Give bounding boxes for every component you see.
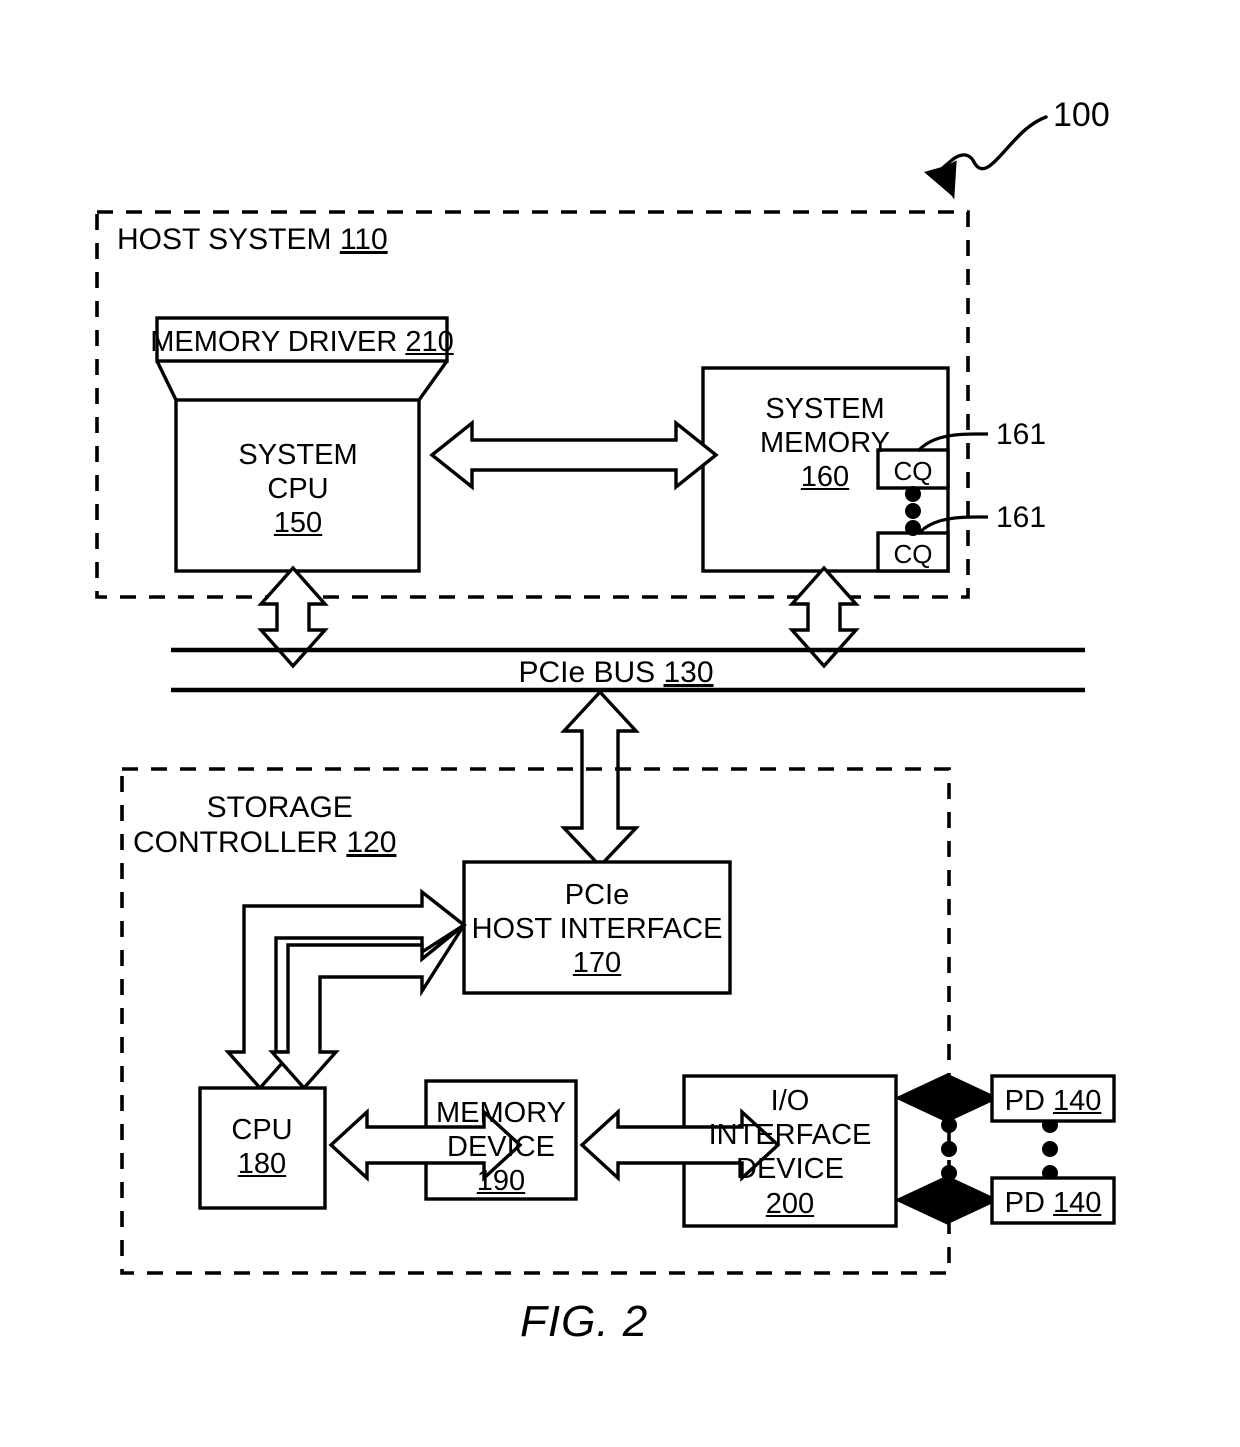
system-memory-ref: 160 (800, 461, 850, 494)
queue-ellipsis (905, 486, 921, 536)
memory-driver-funnel-left (155, 360, 178, 401)
pcie-bus-label: PCIe BUS 130 (518, 655, 713, 690)
system-cpu-line1: SYSTEM (238, 439, 358, 471)
controller-cpu-label: CPU 180 (231, 1113, 292, 1181)
system-ref-label: 100 (1053, 96, 1110, 134)
physical-device-label-1: PD 140 (1005, 1084, 1102, 1118)
host-system-ref: 110 (339, 223, 388, 256)
io-interface-device-line1: I/O (770, 1085, 810, 1117)
storage-controller-line2-wrap: CONTROLLER 120 (133, 825, 396, 860)
pcie-bus-ref: 130 (663, 656, 714, 689)
pcie-bus-label-text: PCIe BUS (518, 656, 656, 689)
completion-queue-ref-2: 161 (996, 501, 1047, 534)
memory-device-ref: 190 (476, 1165, 526, 1198)
memory-device-line1: MEMORY (436, 1097, 566, 1129)
controller-cpu-ref: 180 (237, 1148, 287, 1181)
pd-ellipsis (1042, 1117, 1058, 1181)
host-system-label: HOST SYSTEM 110 (117, 222, 388, 257)
bus-host-interface-bidirectional-arrow (560, 689, 640, 869)
host-system-label-text: HOST SYSTEM (117, 223, 332, 256)
controller-cpu-line1: CPU (231, 1114, 293, 1146)
pcie-host-interface-line2: HOST INTERFACE (471, 913, 723, 946)
physical-device-label-1-text: PD (1004, 1085, 1045, 1117)
io-interface-device-line3: DEVICE (736, 1153, 844, 1186)
cpu-host-interface-arrow-2 (268, 923, 466, 1091)
cpu-host-interface-arrow-1 (224, 888, 467, 1091)
memory-driver-funnel-right (417, 360, 449, 401)
figure-caption: FIG. 2 (520, 1297, 649, 1346)
physical-device-label-2: PD 140 (1005, 1186, 1102, 1220)
memory-driver-ref: 210 (405, 326, 454, 358)
storage-controller-ref: 120 (346, 826, 397, 860)
memory-driver-label: MEMORY DRIVER 210 (150, 325, 454, 359)
pcie-host-interface-line1: PCIe (564, 879, 630, 911)
memory-device-line2: DEVICE (447, 1131, 555, 1164)
system-memory-line2: MEMORY (760, 427, 890, 460)
pcie-host-interface-ref: 170 (572, 947, 622, 980)
system-cpu-line2: CPU (267, 473, 329, 506)
completion-queue-label-2: CQ (893, 539, 933, 569)
memory-driver-label-text: MEMORY DRIVER (150, 326, 398, 358)
io-interface-device-line2: INTERFACE (708, 1119, 872, 1152)
physical-device-ref-1: 140 (1052, 1085, 1102, 1117)
memory-device-label: MEMORY DEVICE 190 (436, 1096, 566, 1199)
pcie-host-interface-label: PCIe HOST INTERFACE 170 (472, 878, 723, 981)
storage-controller-label: STORAGE CONTROLLER 120 (133, 790, 396, 861)
system-cpu-ref: 150 (273, 507, 323, 540)
physical-device-label-2-text: PD (1004, 1187, 1045, 1219)
completion-queue-ref-1: 161 (996, 418, 1047, 451)
system-cpu-label: SYSTEM CPU 150 (238, 438, 357, 541)
storage-controller-line1: STORAGE (206, 791, 353, 824)
physical-device-ref-2: 140 (1052, 1187, 1102, 1219)
pd-connector-ellipsis (941, 1117, 957, 1181)
system-memory-line1: SYSTEM (765, 393, 885, 425)
io-interface-device-label: I/O INTERFACE DEVICE 200 (709, 1084, 872, 1221)
completion-queue-label-1: CQ (893, 456, 933, 486)
figure-canvas (95, 115, 1116, 1275)
patent-figure-page: 100 HOST SYSTEM 110 MEMORY DRIVER 210 SY… (0, 0, 1240, 1447)
system-ref-leader (924, 115, 1048, 200)
storage-controller-line2: CONTROLLER (133, 826, 339, 860)
io-interface-device-ref: 200 (765, 1187, 815, 1220)
system-memory-label: SYSTEM MEMORY 160 (760, 392, 890, 495)
cpu-memory-bidirectional-arrow (429, 419, 719, 491)
